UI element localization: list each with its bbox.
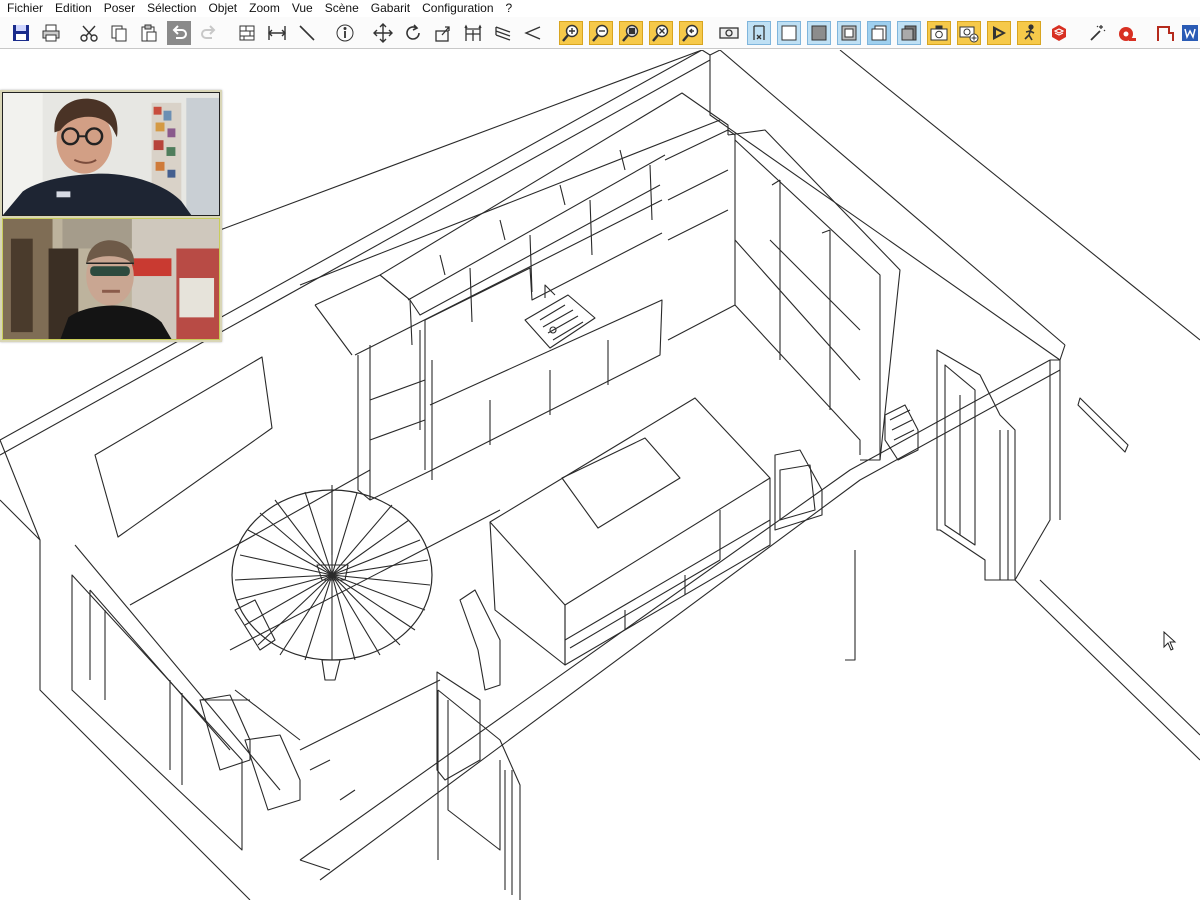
dimension-icon[interactable] [265,21,289,45]
menu-gabarit[interactable]: Gabarit [365,0,416,16]
cursor-icon [1163,631,1177,651]
zoom-window-icon[interactable] [619,21,643,45]
measure-tape-icon[interactable] [1115,21,1139,45]
redo-icon[interactable] [197,21,221,45]
video-participant-2[interactable] [2,218,220,340]
rotate-icon[interactable] [401,21,425,45]
wireframe-view-icon[interactable] [777,21,801,45]
menu-help[interactable]: ? [500,0,519,16]
xray-view-icon[interactable] [897,21,921,45]
camera-icon[interactable] [927,21,951,45]
camera-add-icon[interactable] [957,21,981,45]
save-icon[interactable] [9,21,33,45]
menu-objet[interactable]: Objet [202,0,243,16]
front-view-icon[interactable] [747,21,771,45]
cut-icon[interactable] [77,21,101,45]
menu-selection[interactable]: Sélection [141,0,202,16]
copy-icon[interactable] [107,21,131,45]
move-icon[interactable] [371,21,395,45]
fence-icon[interactable] [461,21,485,45]
walk-icon[interactable] [1017,21,1041,45]
export-icon[interactable] [1153,21,1177,45]
menu-edition[interactable]: Edition [49,0,98,16]
video-call-panel [0,90,222,342]
push-icon[interactable] [431,21,455,45]
menu-configuration[interactable]: Configuration [416,0,499,16]
menu-fichier[interactable]: Fichier [0,0,49,16]
paste-icon[interactable] [137,21,161,45]
zoom-out-icon[interactable] [589,21,613,45]
wall-icon[interactable] [235,21,259,45]
line-icon[interactable] [295,21,319,45]
word-icon[interactable] [1180,21,1200,45]
zoom-previous-icon[interactable] [679,21,703,45]
stair-icon[interactable] [491,21,515,45]
render-icon[interactable] [987,21,1011,45]
menu-zoom[interactable]: Zoom [243,0,286,16]
texture-view-icon[interactable] [837,21,861,45]
zoom-extents-icon[interactable] [649,21,673,45]
menu-scene[interactable]: Scène [319,0,365,16]
menu-poser[interactable]: Poser [98,0,141,16]
print-icon[interactable] [39,21,63,45]
toolbar [0,17,1200,49]
magic-wand-icon[interactable] [1085,21,1109,45]
info-icon[interactable] [333,21,357,45]
money-icon[interactable] [717,21,741,45]
triangle-icon[interactable] [521,21,545,45]
video-participant-1[interactable] [2,92,220,216]
shaded-view-icon[interactable] [867,21,891,45]
menu-vue[interactable]: Vue [286,0,319,16]
solid-view-icon[interactable] [807,21,831,45]
menu-bar: Fichier Edition Poser Sélection Objet Zo… [0,0,1200,16]
zoom-in-icon[interactable] [559,21,583,45]
sketchup-icon[interactable] [1047,21,1071,45]
undo-icon[interactable] [167,21,191,45]
